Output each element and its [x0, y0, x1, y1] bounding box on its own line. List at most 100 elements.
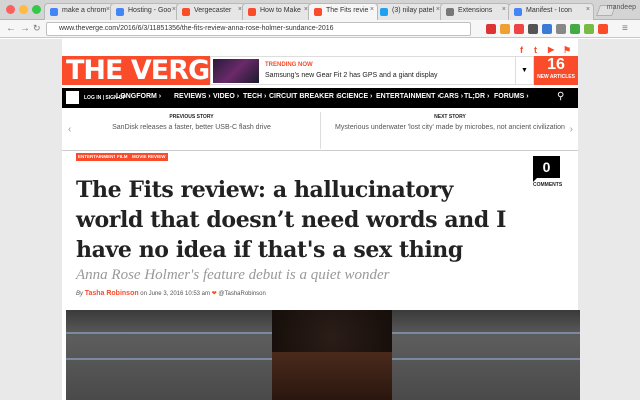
- new-articles-badge[interactable]: 16 NEW ARTICLES: [534, 56, 578, 85]
- previous-story[interactable]: ‹ PREVIOUS STORY SanDisk releases a fast…: [62, 112, 321, 149]
- publish-date: on June 3, 2016 10:53 am: [140, 291, 211, 297]
- article-subhead: Anna Rose Holmer's feature debut is a qu…: [76, 267, 390, 283]
- nav-item-cars[interactable]: CARS ›: [439, 93, 463, 100]
- extension-icon[interactable]: [514, 24, 524, 34]
- byline: By Tasha Robinson on June 3, 2016 10:53 …: [76, 290, 266, 297]
- close-tab-icon[interactable]: ×: [502, 6, 506, 13]
- next-story-title[interactable]: Mysterious underwater 'lost city' made b…: [321, 123, 579, 133]
- browser-tab[interactable]: Manifest - Icon ×: [508, 3, 594, 20]
- close-tab-icon[interactable]: ×: [586, 6, 590, 13]
- browser-tab[interactable]: make a chrom ×: [44, 3, 114, 20]
- trending-box[interactable]: TRENDING NOW Samsung's new Gear Fit 2 ha…: [210, 56, 516, 85]
- browser-tab[interactable]: The Fits revie ×: [308, 3, 378, 20]
- chrome-icon: [514, 8, 522, 16]
- youtube-icon[interactable]: ▶: [548, 45, 554, 54]
- nav-item-forums[interactable]: FORUMS ›: [494, 93, 529, 100]
- hero-hands: [272, 352, 392, 400]
- article-headline: The Fits review: a hallucinatory world t…: [76, 177, 506, 263]
- author-link[interactable]: Tasha Robinson: [85, 290, 139, 297]
- twitter-icon: ❤: [211, 291, 217, 297]
- extension-icon[interactable]: [556, 24, 566, 34]
- trending-label: TRENDING NOW: [265, 62, 313, 68]
- tag-film[interactable]: FILM: [115, 153, 130, 161]
- site-logo[interactable]: THE VERGE: [62, 56, 210, 85]
- browser-toolbar: ← → ↻ www.theverge.com/2016/6/3/11851356…: [0, 20, 640, 38]
- address-bar[interactable]: www.theverge.com/2016/6/3/11851356/the-f…: [46, 22, 471, 36]
- rss-icon[interactable]: ⚑: [563, 45, 571, 56]
- extension-icon[interactable]: [584, 24, 594, 34]
- puzzle-icon: [446, 8, 454, 16]
- browser-tab-label: Hosting - Goo: [128, 7, 172, 14]
- extension-icon[interactable]: [528, 24, 538, 34]
- user-icon[interactable]: [66, 91, 79, 104]
- search-icon[interactable]: ⚲: [557, 91, 564, 102]
- tag-entertainment[interactable]: ENTERTAINMENT: [76, 153, 119, 161]
- profile-name[interactable]: mandeep: [607, 4, 636, 11]
- trending-thumbnail: [213, 59, 259, 83]
- page-margin-right: [578, 39, 640, 400]
- previous-story-label: PREVIOUS STORY: [169, 114, 214, 120]
- nav-item-tech[interactable]: TECH ›: [243, 93, 266, 100]
- extension-icon[interactable]: [542, 24, 552, 34]
- verge-icon: [248, 8, 256, 16]
- nav-item-video[interactable]: VIDEO ›: [213, 93, 239, 100]
- google-icon: [50, 8, 58, 16]
- tag-movie-review[interactable]: MOVIE REVIEW: [130, 153, 168, 161]
- google-icon: [116, 8, 124, 16]
- nav-item-reviews[interactable]: REVIEWS ›: [174, 93, 211, 100]
- browser-tab[interactable]: (3) nilay patel ×: [374, 3, 444, 20]
- extension-icon[interactable]: [570, 24, 580, 34]
- extension-icon[interactable]: [598, 24, 608, 34]
- minimize-window-button[interactable]: [19, 5, 28, 14]
- browser-tab-label: How to Make: [260, 7, 301, 14]
- browser-tab-label: Vergecaster: [194, 7, 232, 14]
- nav-item-entertainment[interactable]: ENTERTAINMENT ›: [376, 93, 440, 100]
- main-nav: LOG IN | SIGN UP LONGFORM › REVIEWS › VI…: [62, 88, 578, 108]
- reload-icon[interactable]: ↻: [33, 22, 41, 35]
- browser-tab[interactable]: Vergecaster ×: [176, 3, 246, 20]
- verge-icon: [314, 8, 322, 16]
- close-tab-icon[interactable]: ×: [370, 6, 374, 13]
- back-arrow-icon[interactable]: ←: [6, 22, 16, 35]
- facebook-icon[interactable]: f: [520, 45, 523, 55]
- divider: [62, 150, 578, 151]
- url-text: www.theverge.com/2016/6/3/11851356/the-f…: [59, 25, 334, 32]
- browser-tab-label: Extensions: [458, 7, 493, 14]
- chevron-right-icon: ›: [569, 124, 573, 135]
- browser-tab[interactable]: Hosting - Goo ×: [110, 3, 180, 20]
- author-twitter-handle[interactable]: @TashaRobinson: [218, 291, 265, 297]
- new-articles-label: NEW ARTICLES: [537, 74, 575, 80]
- nav-item-circuit-breaker[interactable]: CIRCUIT BREAKER ›: [269, 93, 338, 100]
- previous-story-title[interactable]: SanDisk releases a faster, better USB-C …: [62, 123, 321, 133]
- nav-item-longform[interactable]: LONGFORM ›: [116, 93, 161, 100]
- maximize-window-button[interactable]: [32, 5, 41, 14]
- twitter-icon: [380, 8, 388, 16]
- browser-tab-label: (3) nilay patel: [392, 7, 435, 14]
- trending-headline[interactable]: Samsung's new Gear Fit 2 has GPS and a g…: [265, 72, 438, 79]
- close-window-button[interactable]: [6, 5, 15, 14]
- browser-tab-bar: make a chrom × Hosting - Goo × Vergecaster × H…: [0, 0, 640, 20]
- menu-icon[interactable]: ≡: [622, 22, 628, 35]
- browser-tab-label: Manifest - Icon: [526, 7, 572, 14]
- nav-item-science[interactable]: SCIENCE ›: [337, 93, 372, 100]
- comments-label[interactable]: COMMENTS: [533, 182, 562, 188]
- verge-icon: [182, 8, 190, 16]
- byline-by: By: [76, 291, 84, 297]
- new-articles-count: 16: [547, 56, 565, 73]
- browser-tab[interactable]: How to Make ×: [242, 3, 312, 20]
- chevron-down-icon[interactable]: ▼: [516, 56, 534, 85]
- browser-tab-label: make a chrom: [62, 7, 107, 14]
- page-margin-left: [0, 39, 62, 400]
- extension-icon[interactable]: [500, 24, 510, 34]
- forward-arrow-icon[interactable]: →: [20, 22, 30, 35]
- browser-tab[interactable]: Extensions ×: [440, 3, 510, 20]
- twitter-icon[interactable]: t: [534, 45, 537, 55]
- nav-item-tldr[interactable]: TL;DR ›: [464, 93, 489, 100]
- next-story[interactable]: NEXT STORY Mysterious underwater 'lost c…: [320, 112, 579, 149]
- extension-icon[interactable]: [486, 24, 496, 34]
- hero-image: [66, 310, 580, 400]
- comment-count-badge[interactable]: 0: [533, 156, 560, 182]
- web-page: f t ▶ ⚑ THE VERGE TRENDING NOW Samsung's…: [0, 39, 640, 400]
- browser-tab-label: The Fits revie: [326, 7, 369, 14]
- next-story-label: NEXT STORY: [434, 114, 466, 120]
